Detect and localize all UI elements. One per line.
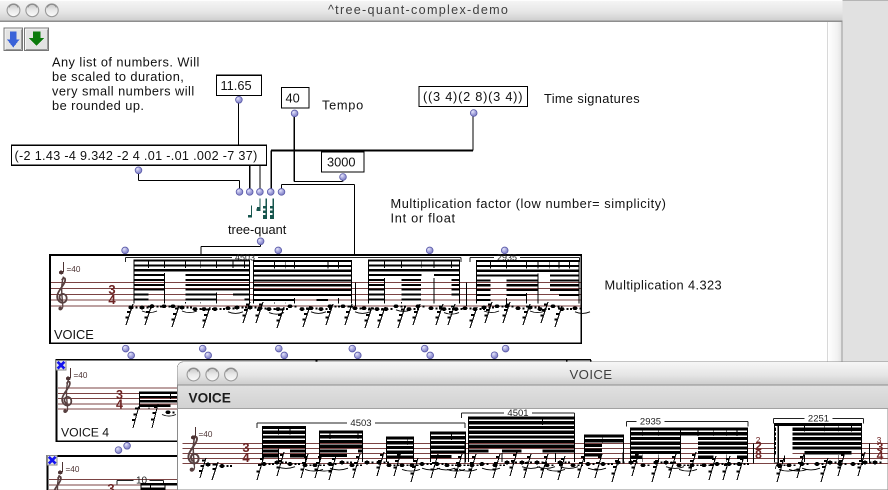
svg-text:3000: 3000 [327, 155, 355, 170]
svg-text:3: 3 [107, 481, 114, 490]
svg-text:4: 4 [877, 448, 884, 462]
svg-text:8: 8 [755, 447, 762, 461]
svg-text:Int or float: Int or float [391, 211, 456, 226]
svg-text:=40: =40 [74, 371, 88, 380]
svg-text:2935: 2935 [640, 417, 661, 428]
svg-text:4: 4 [108, 292, 116, 307]
svg-text:(-2 1.43 -4 9.342 -2 4 .01 -.0: (-2 1.43 -4 9.342 -2 4 .01 -.01 .002 -7 … [15, 149, 258, 163]
svg-text:Multiplication factor (low num: Multiplication factor (low number= simpl… [391, 196, 667, 211]
svg-text:11.65: 11.65 [221, 78, 252, 93]
svg-text:Any list of numbers. Will: Any list of numbers. Will [52, 55, 200, 70]
svg-text:Multiplication 4.323: Multiplication 4.323 [605, 278, 723, 293]
svg-text:7: 7 [773, 461, 778, 472]
svg-text:Time signatures: Time signatures [544, 91, 640, 106]
svg-text:Tempo: Tempo [322, 98, 364, 113]
svg-text:40: 40 [286, 90, 300, 105]
svg-text:4: 4 [242, 450, 250, 465]
svg-text:very small numbers will: very small numbers will [52, 84, 195, 99]
svg-text:2251: 2251 [808, 413, 829, 424]
svg-text:VOICE: VOICE [569, 367, 612, 382]
svg-text:VOICE: VOICE [54, 327, 94, 342]
svg-text:4503: 4503 [350, 418, 371, 429]
svg-text:VOICE: VOICE [189, 391, 231, 406]
svg-text:be scaled to duration,: be scaled to duration, [52, 69, 184, 84]
svg-text:be rounded up.: be rounded up. [52, 98, 144, 113]
svg-text:=40: =40 [199, 430, 213, 439]
svg-text:tree-quant: tree-quant [228, 222, 287, 237]
svg-text:=40: =40 [66, 465, 80, 474]
svg-text:VOICE 4: VOICE 4 [61, 426, 109, 440]
svg-text:^tree-quant-complex-demo: ^tree-quant-complex-demo [328, 3, 509, 17]
svg-text:4: 4 [116, 397, 123, 411]
svg-text:=40: =40 [67, 265, 81, 274]
svg-text:((3 4)(2 8)(3 4)): ((3 4)(2 8)(3 4)) [423, 89, 523, 104]
